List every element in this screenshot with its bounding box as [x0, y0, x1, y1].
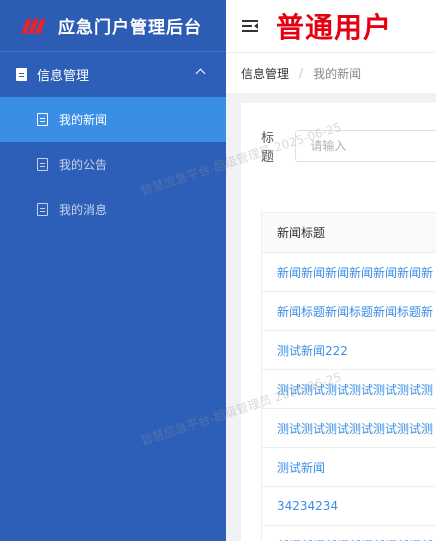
document-icon [16, 68, 27, 81]
table-row[interactable]: 34234234 [262, 487, 436, 526]
sidebar: 应急门户管理后台 信息管理 我的新闻 我的公告 我的消息 [0, 0, 226, 541]
breadcrumb-current: 我的新闻 [313, 66, 362, 81]
table-row[interactable]: 测试测试测试测试测试测试测 [262, 409, 436, 448]
main-area: 普通用户 信息管理 / 我的新闻 标题 新闻标题 新闻新闻新闻新闻新闻新闻新 新… [226, 0, 436, 541]
app-title: 应急门户管理后台 [58, 18, 202, 38]
table-row[interactable]: 测试测试测试测试测试测试测 [262, 370, 436, 409]
table-row[interactable]: 新闻新闻新闻新闻新闻新闻新 [262, 526, 436, 541]
sidebar-item-my-news[interactable]: 我的新闻 [0, 97, 226, 142]
search-form: 标题 [261, 127, 436, 165]
document-icon [37, 203, 48, 216]
chevron-up-icon [195, 68, 206, 79]
sidebar-group-info-management[interactable]: 信息管理 [0, 52, 226, 97]
sidebar-item-my-notices[interactable]: 我的公告 [0, 142, 226, 187]
title-filter-label: 标题 [261, 131, 275, 165]
sidebar-item-label: 我的消息 [59, 203, 108, 217]
content-panel: 标题 新闻标题 新闻新闻新闻新闻新闻新闻新 新闻标题新闻标题新闻标题新 测试新闻… [241, 103, 436, 541]
news-table: 新闻标题 新闻新闻新闻新闻新闻新闻新 新闻标题新闻标题新闻标题新 测试新闻222… [261, 212, 436, 541]
table-row[interactable]: 测试新闻 [262, 448, 436, 487]
breadcrumb-separator: / [299, 66, 304, 80]
sidebar-item-label: 我的新闻 [59, 113, 108, 127]
breadcrumb: 信息管理 / 我的新闻 [226, 53, 436, 93]
logo-icon [21, 17, 46, 35]
sidebar-item-my-messages[interactable]: 我的消息 [0, 187, 226, 232]
table-header-news-title: 新闻标题 [262, 213, 436, 253]
document-icon [37, 113, 48, 126]
breadcrumb-parent[interactable]: 信息管理 [241, 65, 289, 82]
title-search-input[interactable] [295, 130, 436, 162]
sidebar-item-label: 我的公告 [59, 158, 108, 172]
table-row[interactable]: 测试新闻222 [262, 331, 436, 370]
brand-bar: 应急门户管理后台 [0, 0, 226, 52]
table-row[interactable]: 新闻标题新闻标题新闻标题新 [262, 292, 436, 331]
document-icon [37, 158, 48, 171]
user-role-title: 普通用户 [276, 11, 393, 44]
table-row[interactable]: 新闻新闻新闻新闻新闻新闻新 [262, 253, 436, 292]
menu-fold-icon[interactable] [242, 20, 258, 32]
topbar: 普通用户 [226, 0, 436, 53]
sidebar-group-label: 信息管理 [37, 69, 90, 84]
